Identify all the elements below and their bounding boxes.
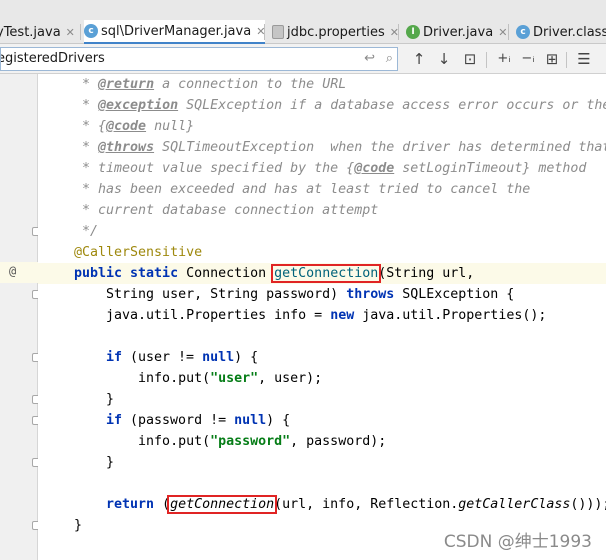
code-line: info.put("password", password); <box>74 434 387 449</box>
code-line: info.put("user", user); <box>74 371 323 386</box>
watermark: CSDN @绅士1993 <box>443 532 592 552</box>
tab-driver-java[interactable]: I Driver.java ✕ <box>406 20 507 44</box>
editor-gutter: @ <box>0 74 41 560</box>
tab-label: jdbc.properties <box>287 24 385 40</box>
highlighted-method-name[interactable]: getConnection <box>271 264 382 283</box>
filter-search-results-button[interactable]: ☰ <box>574 49 594 69</box>
next-occurrence-button[interactable]: ↓ <box>434 49 454 69</box>
code-line: * {@code null} <box>74 119 195 134</box>
code-line: * current database connection attempt <box>74 203 379 218</box>
tab-driver-class[interactable]: c Driver.class <box>516 20 606 44</box>
code-line: * @return a connection to the URL <box>74 77 347 92</box>
search-query: egisteredDrivers <box>0 51 105 66</box>
find-in-selection-button[interactable]: ⊡ <box>460 49 480 69</box>
code-line: if (password != null) { <box>106 413 291 428</box>
close-icon[interactable]: ✕ <box>66 26 75 39</box>
properties-file-icon <box>272 25 284 39</box>
tab-divider <box>508 24 509 40</box>
search-input[interactable]: egisteredDrivers ↩ ⌕ <box>0 47 398 71</box>
tab-label: Driver.class <box>533 24 606 40</box>
code-line: } <box>74 392 115 407</box>
tab-label: yTest.java <box>0 24 61 40</box>
add-occurrence-button[interactable]: +ᵢ <box>494 49 514 69</box>
tab-divider <box>264 24 265 40</box>
tab-divider <box>80 24 81 40</box>
code-line: if (user != null) { <box>106 350 259 365</box>
tab-mytest-java[interactable]: yTest.java ✕ <box>0 20 75 44</box>
remove-occurrence-button[interactable]: −ᵢ <box>518 49 538 69</box>
toolbar-divider <box>486 52 487 68</box>
toolbar-divider <box>566 52 567 68</box>
code-line: @CallerSensitive <box>74 245 203 260</box>
code-line: return (getConnection(url, info, Reflect… <box>106 495 606 514</box>
close-icon[interactable]: ✕ <box>498 26 507 39</box>
code-line: String user, String password) throws SQL… <box>74 287 515 302</box>
code-line: java.util.Properties info = new java.uti… <box>74 308 547 323</box>
code-line: * @throws SQLTimeoutException when the d… <box>74 140 606 155</box>
current-line-gutter <box>0 262 38 283</box>
tab-divider <box>398 24 399 40</box>
find-toolbar: egisteredDrivers ↩ ⌕ ↑ ↓ ⊡ +ᵢ −ᵢ ⊞ ☰ <box>0 44 606 74</box>
highlighted-method-call[interactable]: getConnection <box>167 495 278 514</box>
current-code-line: public static Connection getConnection(S… <box>38 263 606 284</box>
class-icon: c <box>84 24 98 38</box>
editor-tab-bar: yTest.java ✕ c sql\DriverManager.java ✕ … <box>0 0 606 45</box>
class-icon: c <box>516 25 530 39</box>
code-line: */ <box>74 224 99 239</box>
code-line: } <box>74 455 115 470</box>
newline-icon[interactable]: ↩ <box>364 48 375 70</box>
previous-occurrence-button[interactable]: ↑ <box>409 49 429 69</box>
code-line: * timeout value specified by the {@code … <box>74 161 587 176</box>
override-marker-icon[interactable]: @ <box>9 264 16 278</box>
regex-search-icon[interactable]: ⌕ <box>386 48 393 70</box>
select-all-occurrences-button[interactable]: ⊞ <box>542 49 562 69</box>
tab-label: Driver.java <box>423 24 494 40</box>
code-editor[interactable]: * @return a connection to the URL * @exc… <box>38 74 606 560</box>
tab-jdbc-properties[interactable]: jdbc.properties ✕ <box>272 20 399 44</box>
interface-icon: I <box>406 25 420 39</box>
code-line: * has been exceeded and has at least tri… <box>74 182 531 197</box>
tab-drivermanager-java[interactable]: c sql\DriverManager.java ✕ <box>84 20 266 45</box>
tab-label: sql\DriverManager.java <box>101 23 252 39</box>
code-line: * @exception SQLException if a database … <box>74 98 606 113</box>
